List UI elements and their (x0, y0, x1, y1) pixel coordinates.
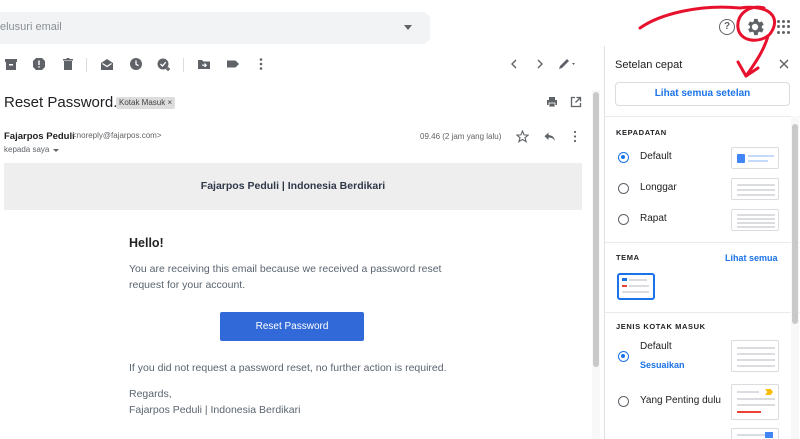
prev-icon[interactable] (507, 57, 521, 71)
email-subject: Reset Password. (4, 94, 118, 111)
banner-title: Fajarpos Peduli | Indonesia Berdikari (200, 180, 386, 192)
inbox-radio-important-first[interactable] (618, 396, 629, 407)
input-tools-icon[interactable] (557, 57, 579, 71)
customize-link[interactable]: Sesuaikan (640, 360, 685, 370)
sender-email: <noreply@fajarpos.com> (72, 131, 162, 140)
density-radio-comfortable[interactable] (618, 183, 629, 194)
delete-icon[interactable] (61, 57, 75, 71)
panel-divider (605, 116, 800, 117)
email-scrollbar-thumb[interactable] (593, 92, 599, 367)
snooze-icon[interactable] (129, 57, 143, 71)
email-intro-text: You are receiving this email because we … (129, 263, 442, 291)
density-option-label[interactable]: Longgar (640, 182, 677, 193)
gmail-window: elusuri email ? Reset Password. Kotak Ma… (0, 0, 800, 439)
help-icon[interactable]: ? (719, 19, 735, 35)
open-new-window-icon[interactable] (570, 96, 582, 108)
density-compact-preview (731, 209, 779, 231)
density-section-label: KEPADATAN (616, 128, 667, 137)
inbox-default-preview (731, 340, 779, 372)
email-regards: Regards, (129, 388, 172, 400)
chevron-down-icon[interactable] (53, 149, 59, 152)
density-comfortable-preview (731, 178, 779, 200)
next-icon[interactable] (533, 57, 547, 71)
message-toolbar (0, 50, 604, 80)
search-bar[interactable]: elusuri email (0, 12, 430, 44)
inbox-type-section-label: JENIS KOTAK MASUK (616, 322, 706, 331)
move-to-icon[interactable] (197, 57, 211, 71)
star-icon[interactable] (516, 130, 529, 143)
panel-scrollbar-thumb[interactable] (792, 124, 798, 324)
reply-icon[interactable] (543, 130, 556, 143)
toolbar-divider (183, 58, 184, 72)
print-icon[interactable] (546, 96, 558, 108)
recipient-details[interactable]: kepada saya (4, 145, 49, 154)
inbox-important-preview (731, 384, 779, 420)
theme-default-thumbnail[interactable] (617, 273, 655, 300)
more-icon[interactable] (254, 57, 268, 71)
email-greeting: Hello! (129, 236, 164, 250)
density-default-preview (731, 147, 779, 169)
quick-settings-panel: Setelan cepat Lihat semua setelan KEPADA… (604, 46, 800, 439)
email-banner: Fajarpos Peduli | Indonesia Berdikari (4, 163, 582, 210)
email-view: Reset Password. Kotak Masuk × Fajarpos P… (0, 80, 604, 439)
density-option-label[interactable]: Default (640, 151, 672, 162)
apps-grid-icon[interactable] (777, 20, 791, 34)
email-outro-text: If you did not request a password reset,… (129, 362, 447, 374)
email-signature: Fajarpos Peduli | Indonesia Berdikari (129, 404, 301, 416)
label-icon[interactable] (226, 57, 240, 71)
inbox-radio-default[interactable] (618, 351, 629, 362)
see-all-settings-button[interactable]: Lihat semua setelan (615, 82, 790, 106)
archive-icon[interactable] (4, 57, 18, 71)
density-radio-compact[interactable] (618, 214, 629, 225)
theme-view-all-link[interactable]: Lihat semua (725, 253, 778, 263)
search-input[interactable]: elusuri email (0, 21, 62, 33)
more-options-icon[interactable] (571, 130, 579, 143)
sender-name: Fajarpos Peduli (4, 131, 75, 142)
theme-section-label: TEMA (616, 253, 640, 262)
panel-divider (605, 242, 800, 243)
report-spam-icon[interactable] (32, 57, 46, 71)
close-icon[interactable] (779, 59, 789, 69)
inbox-unread-preview (731, 428, 779, 439)
reset-password-button[interactable]: Reset Password (220, 312, 364, 341)
density-radio-default[interactable] (618, 152, 629, 163)
mark-unread-icon[interactable] (100, 57, 114, 71)
inbox-label-chip[interactable]: Kotak Masuk × (116, 97, 176, 109)
inbox-option-label[interactable]: Yang Penting dulu (640, 395, 721, 406)
panel-title: Setelan cepat (615, 59, 683, 71)
inbox-option-label[interactable]: Default (640, 341, 672, 352)
add-task-icon[interactable] (157, 57, 171, 71)
email-timestamp: 09.46 (2 jam yang lalu) (420, 132, 502, 141)
gear-icon[interactable] (744, 16, 766, 38)
panel-divider (605, 312, 800, 313)
density-option-label[interactable]: Rapat (640, 213, 667, 224)
search-options-icon[interactable] (404, 25, 412, 30)
toolbar-divider (86, 58, 87, 72)
